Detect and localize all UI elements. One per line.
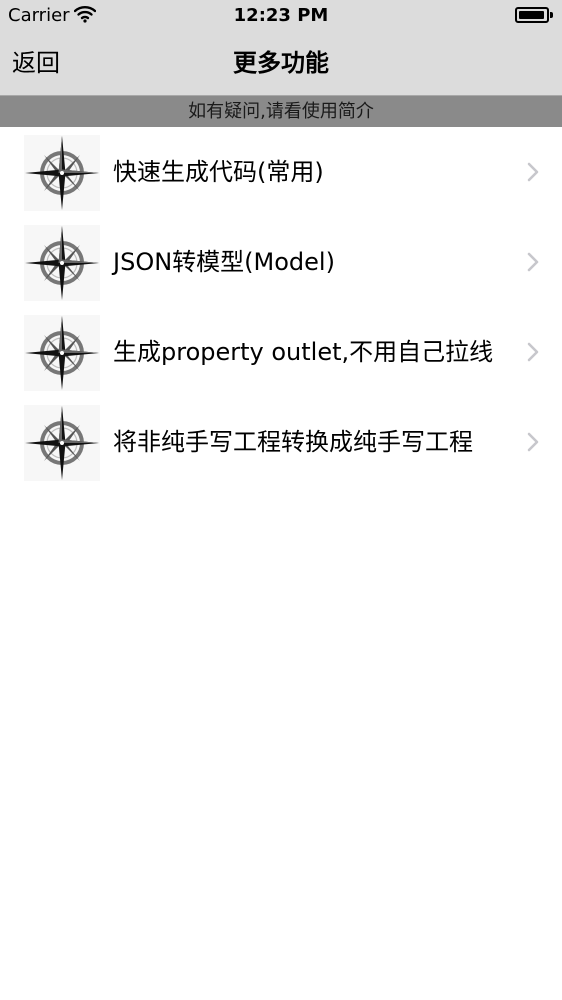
navigation-bar: 返回 更多功能: [0, 32, 562, 96]
chevron-right-icon: [526, 341, 540, 363]
list-item-label: JSON转模型(Model): [113, 248, 335, 276]
list-item-label: 快速生成代码(常用): [113, 158, 324, 186]
compass-icon: [24, 225, 100, 301]
battery-tip: [550, 12, 553, 18]
chevron-right-icon: [526, 431, 540, 453]
list-item-label: 生成property outlet,不用自己拉线: [113, 338, 494, 366]
list-item-convert-project[interactable]: 将非纯手写工程转换成纯手写工程: [0, 397, 562, 487]
list-item-generate-property-outlet[interactable]: 生成property outlet,不用自己拉线: [0, 307, 562, 397]
list-item-quick-generate-code[interactable]: 快速生成代码(常用): [0, 127, 562, 217]
feature-list: 快速生成代码(常用) JSON转模型(Model) 生成property out…: [0, 127, 562, 487]
status-bar: Carrier 12:23 PM: [0, 0, 562, 32]
list-item-json-to-model[interactable]: JSON转模型(Model): [0, 217, 562, 307]
compass-icon: [24, 315, 100, 391]
chevron-right-icon: [526, 251, 540, 273]
compass-icon: [24, 405, 100, 481]
status-time: 12:23 PM: [233, 5, 329, 26]
compass-icon: [24, 135, 100, 211]
page-title: 更多功能: [233, 49, 329, 77]
list-item-label: 将非纯手写工程转换成纯手写工程: [113, 428, 473, 456]
hint-banner[interactable]: 如有疑问,请看使用简介: [0, 96, 562, 127]
battery-icon: [515, 7, 549, 23]
battery-level-fill: [519, 11, 544, 19]
chevron-right-icon: [526, 161, 540, 183]
